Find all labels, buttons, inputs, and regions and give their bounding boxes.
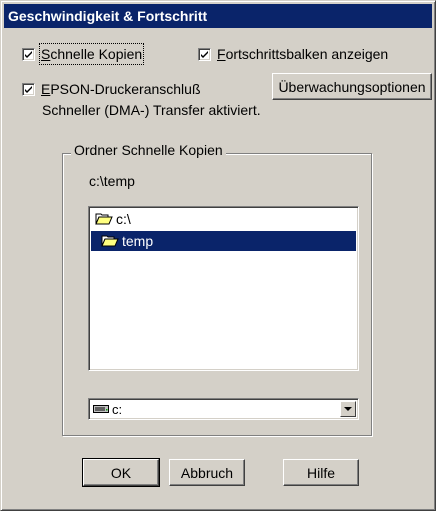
progress-bar-option[interactable]: Fortschrittsbalken anzeigen: [198, 45, 388, 63]
folder-item-root[interactable]: c:\: [91, 209, 131, 229]
drive-select-value: c:: [112, 401, 123, 417]
fast-copy-option[interactable]: Schnelle Kopien: [22, 43, 145, 65]
epson-port-label[interactable]: EPSON-Druckeranschluß: [41, 80, 201, 98]
title-bar: Geschwindigkeit & Fortschritt: [4, 4, 432, 28]
chevron-down-icon: [344, 406, 352, 411]
checkmark-icon: [25, 50, 32, 58]
fast-copy-label[interactable]: Schnelle Kopien: [38, 43, 145, 65]
dropdown-arrow-button[interactable]: [340, 401, 356, 417]
drive-select[interactable]: c:: [88, 398, 359, 420]
current-path-text: c:\temp: [89, 173, 135, 189]
epson-port-checkbox[interactable]: [22, 82, 35, 96]
help-button[interactable]: Hilfe: [283, 459, 359, 486]
checkmark-icon: [201, 50, 208, 58]
cancel-button[interactable]: Abbruch: [169, 459, 245, 486]
folder-listbox[interactable]: c:\ temp: [88, 206, 359, 371]
epson-port-option[interactable]: EPSON-Druckeranschluß: [22, 80, 201, 98]
dma-status-text: Schneller (DMA-) Transfer aktiviert.: [42, 102, 261, 118]
open-folder-icon: [101, 235, 119, 247]
dialog-window: Geschwindigkeit & Fortschritt Schnelle K…: [0, 0, 436, 511]
window-title: Geschwindigkeit & Fortschritt: [8, 8, 208, 24]
folder-item-temp[interactable]: temp: [91, 231, 356, 251]
drive-icon: [93, 405, 109, 413]
progress-bar-label[interactable]: Fortschrittsbalken anzeigen: [217, 45, 388, 63]
ok-button[interactable]: OK: [82, 458, 160, 487]
open-folder-icon: [95, 213, 113, 225]
checkmark-icon: [25, 85, 32, 93]
monitoring-options-button[interactable]: Überwachungsoptionen: [272, 73, 432, 100]
group-title: Ordner Schnelle Kopien: [71, 142, 226, 158]
fast-copy-checkbox[interactable]: [22, 47, 35, 61]
folder-item-label: temp: [122, 233, 154, 249]
folder-item-label: c:\: [116, 211, 131, 227]
progress-bar-checkbox[interactable]: [198, 47, 211, 61]
